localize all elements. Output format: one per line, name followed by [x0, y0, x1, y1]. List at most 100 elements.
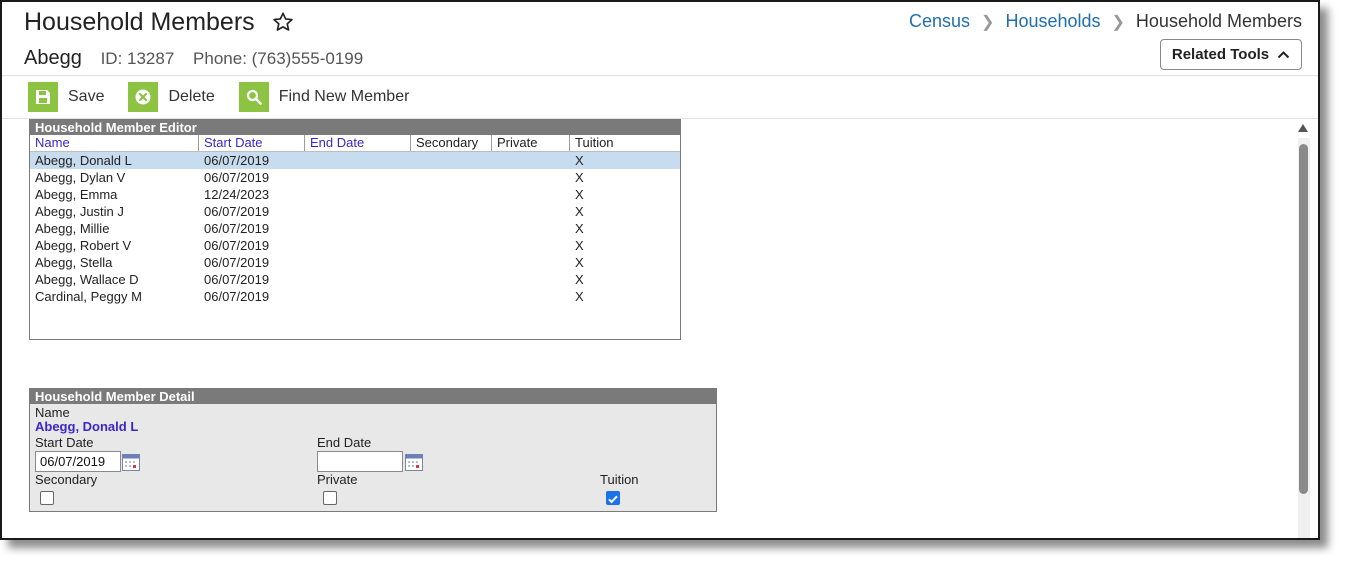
save-icon — [28, 82, 58, 112]
secondary-label: Secondary — [35, 472, 98, 487]
related-tools-button[interactable]: Related Tools — [1160, 39, 1302, 70]
table-row[interactable]: Abegg, Donald L 06/07/2019 X — [30, 152, 680, 169]
cell-private — [492, 254, 570, 271]
cell-tuition: X — [575, 153, 584, 168]
breadcrumb-current: Household Members — [1135, 11, 1302, 31]
tuition-checkbox[interactable] — [606, 491, 620, 505]
cell-private — [492, 152, 570, 169]
household-member-editor: Household Member Editor Name Start Date … — [29, 119, 681, 340]
cell-secondary — [411, 203, 492, 220]
table-row[interactable]: Abegg, Wallace D 06/07/2019 X — [30, 271, 680, 288]
cell-start-date: 06/07/2019 — [204, 238, 270, 253]
chevron-right-icon: ❯ — [1111, 13, 1125, 31]
secondary-checkbox[interactable] — [40, 491, 54, 505]
star-icon[interactable] — [272, 11, 294, 33]
cell-end-date — [305, 152, 411, 169]
delete-button[interactable]: Delete — [128, 82, 215, 112]
member-name-link[interactable]: Abegg, Donald L — [35, 419, 138, 434]
chevron-right-icon: ❯ — [981, 13, 995, 31]
cell-tuition: X — [575, 221, 584, 236]
cell-name: Abegg, Emma — [35, 187, 118, 202]
divider — [2, 75, 1318, 76]
save-label: Save — [68, 88, 105, 105]
calendar-icon[interactable] — [404, 452, 424, 472]
table-row[interactable]: Abegg, Emma 12/24/2023 X — [30, 186, 680, 203]
cell-end-date — [305, 271, 411, 288]
find-new-member-button[interactable]: Find New Member — [238, 82, 410, 112]
private-label: Private — [317, 472, 358, 487]
cell-private — [492, 169, 570, 186]
cell-tuition: X — [575, 289, 584, 304]
action-toolbar: Save Delete Find New Member — [28, 82, 433, 112]
table-row[interactable]: Cardinal, Peggy M 06/07/2019 X — [30, 288, 680, 305]
tuition-label: Tuition — [600, 472, 639, 487]
cell-name: Abegg, Robert V — [35, 238, 132, 253]
end-date-label: End Date — [317, 435, 372, 450]
cell-private — [492, 220, 570, 237]
cell-start-date: 06/07/2019 — [204, 272, 270, 287]
checkmark-icon — [608, 495, 618, 504]
cell-name: Abegg, Stella — [35, 255, 113, 270]
private-checkbox[interactable] — [323, 491, 337, 505]
cell-start-date: 12/24/2023 — [204, 187, 270, 202]
cell-tuition: X — [575, 204, 584, 219]
cell-private — [492, 203, 570, 220]
cell-end-date — [305, 186, 411, 203]
search-icon — [238, 82, 269, 112]
scrollbar-thumb[interactable] — [1299, 144, 1308, 494]
cell-private — [492, 271, 570, 288]
column-header-start-date[interactable]: Start Date — [199, 135, 305, 151]
table-row[interactable]: Abegg, Justin J 06/07/2019 X — [30, 203, 680, 220]
breadcrumb-census[interactable]: Census — [909, 11, 970, 32]
cell-start-date: 06/07/2019 — [204, 153, 270, 168]
cell-secondary — [411, 254, 492, 271]
cell-end-date — [305, 288, 411, 305]
cell-private — [492, 186, 570, 203]
cell-secondary — [411, 169, 492, 186]
cell-name: Abegg, Millie — [35, 221, 110, 236]
start-date-label: Start Date — [35, 435, 94, 450]
table-row[interactable]: Abegg, Dylan V 06/07/2019 X — [30, 169, 680, 186]
cell-tuition: X — [575, 272, 584, 287]
editor-rows: Abegg, Donald L 06/07/2019 X Abegg, Dyla… — [30, 152, 680, 305]
cell-end-date — [305, 237, 411, 254]
cell-secondary — [411, 152, 492, 169]
chevron-up-icon — [1277, 51, 1290, 59]
column-header-end-date[interactable]: End Date — [305, 135, 411, 151]
column-header-private: Private — [492, 135, 570, 151]
find-new-member-label: Find New Member — [278, 88, 410, 105]
calendar-icon[interactable] — [121, 452, 141, 472]
cell-start-date: 06/07/2019 — [204, 221, 270, 236]
start-date-input[interactable] — [35, 451, 121, 472]
cell-name: Abegg, Wallace D — [35, 272, 139, 287]
end-date-input[interactable] — [317, 451, 403, 472]
cell-name: Abegg, Dylan V — [35, 170, 126, 185]
breadcrumb-households[interactable]: Households — [1005, 11, 1100, 32]
cell-tuition: X — [575, 187, 584, 202]
editor-column-headers: Name Start Date End Date Secondary Priva… — [30, 135, 680, 152]
editor-title: Household Member Editor — [30, 120, 680, 135]
cell-name: Abegg, Donald L — [35, 153, 132, 168]
table-row[interactable]: Abegg, Stella 06/07/2019 X — [30, 254, 680, 271]
household-summary: Abegg ID: 13287 Phone: (763)555-0199 — [24, 47, 363, 70]
cell-secondary — [411, 186, 492, 203]
cell-start-date: 06/07/2019 — [204, 170, 270, 185]
cell-end-date — [305, 220, 411, 237]
household-phone: Phone: (763)555-0199 — [193, 49, 364, 68]
cell-start-date: 06/07/2019 — [204, 204, 270, 219]
cell-name: Cardinal, Peggy M — [35, 289, 142, 304]
related-tools-label: Related Tools — [1171, 46, 1270, 63]
breadcrumb: Census ❯ Households ❯ Household Members — [909, 11, 1302, 32]
cell-secondary — [411, 271, 492, 288]
scroll-up-arrow[interactable] — [1298, 124, 1308, 132]
app-window: Household Members Census ❯ Households ❯ … — [0, 0, 1320, 540]
cell-secondary — [411, 220, 492, 237]
table-row[interactable]: Abegg, Robert V 06/07/2019 X — [30, 237, 680, 254]
cell-end-date — [305, 203, 411, 220]
detail-title: Household Member Detail — [30, 389, 716, 404]
cell-tuition: X — [575, 255, 584, 270]
cell-end-date — [305, 254, 411, 271]
column-header-name[interactable]: Name — [30, 135, 199, 151]
table-row[interactable]: Abegg, Millie 06/07/2019 X — [30, 220, 680, 237]
save-button[interactable]: Save — [28, 82, 104, 112]
